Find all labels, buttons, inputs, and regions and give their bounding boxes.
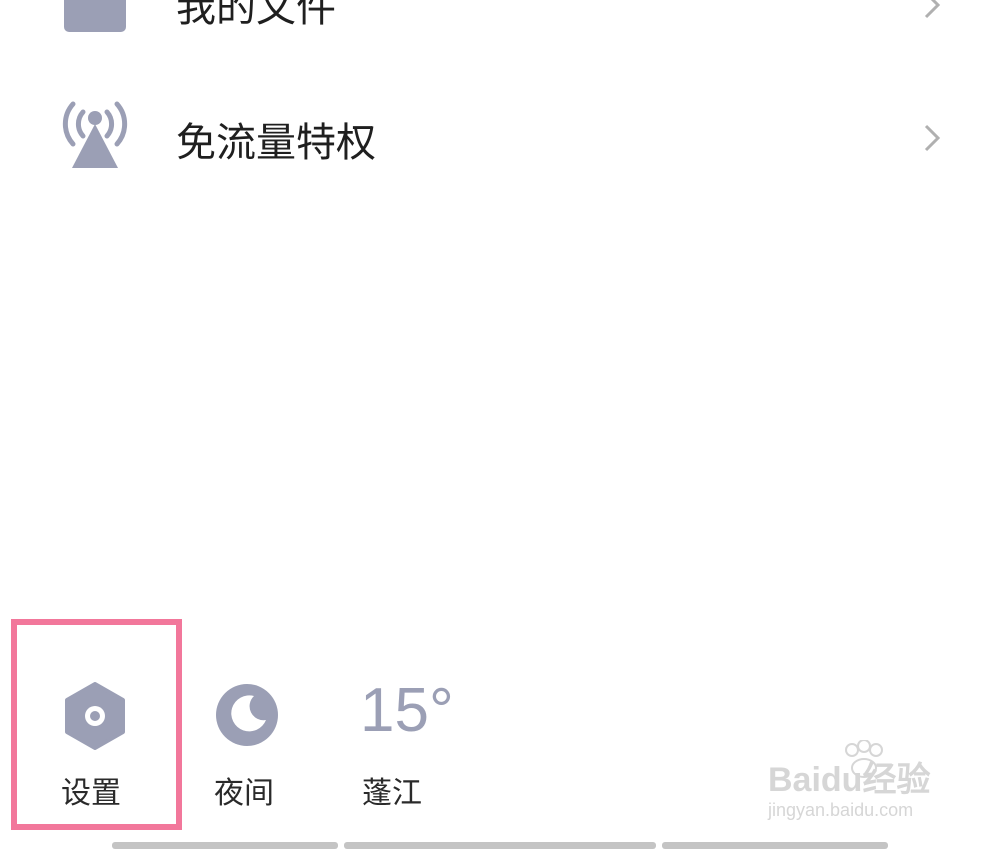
settings-highlight-box [11, 619, 182, 830]
watermark-brand: Baidu经验 [768, 761, 931, 799]
signal-tower-icon [60, 98, 130, 174]
menu-item-data-free-privilege[interactable]: 免流量特权 [0, 70, 1000, 200]
bottom-bar-segment [344, 842, 656, 849]
menu-item-label: 免流量特权 [176, 120, 376, 166]
baidu-jingyan-watermark: Baidu经验 jingyan.baidu.com [768, 739, 948, 828]
moon-icon [214, 682, 280, 752]
bottom-bar-segment [662, 842, 888, 849]
bottom-bar-segment [112, 842, 338, 849]
temperature-text: 15° [360, 676, 454, 745]
chevron-right-icon [920, 0, 944, 27]
city-label: 蓬江 [362, 776, 422, 811]
watermark-url: jingyan.baidu.com [768, 800, 914, 820]
folder-icon [60, 0, 128, 36]
menu-item-my-files[interactable]: 我的文件 [0, 0, 1000, 65]
menu-item-label: 我的文件 [176, 0, 336, 31]
night-mode-label: 夜间 [214, 776, 274, 811]
chevron-right-icon [920, 120, 944, 160]
